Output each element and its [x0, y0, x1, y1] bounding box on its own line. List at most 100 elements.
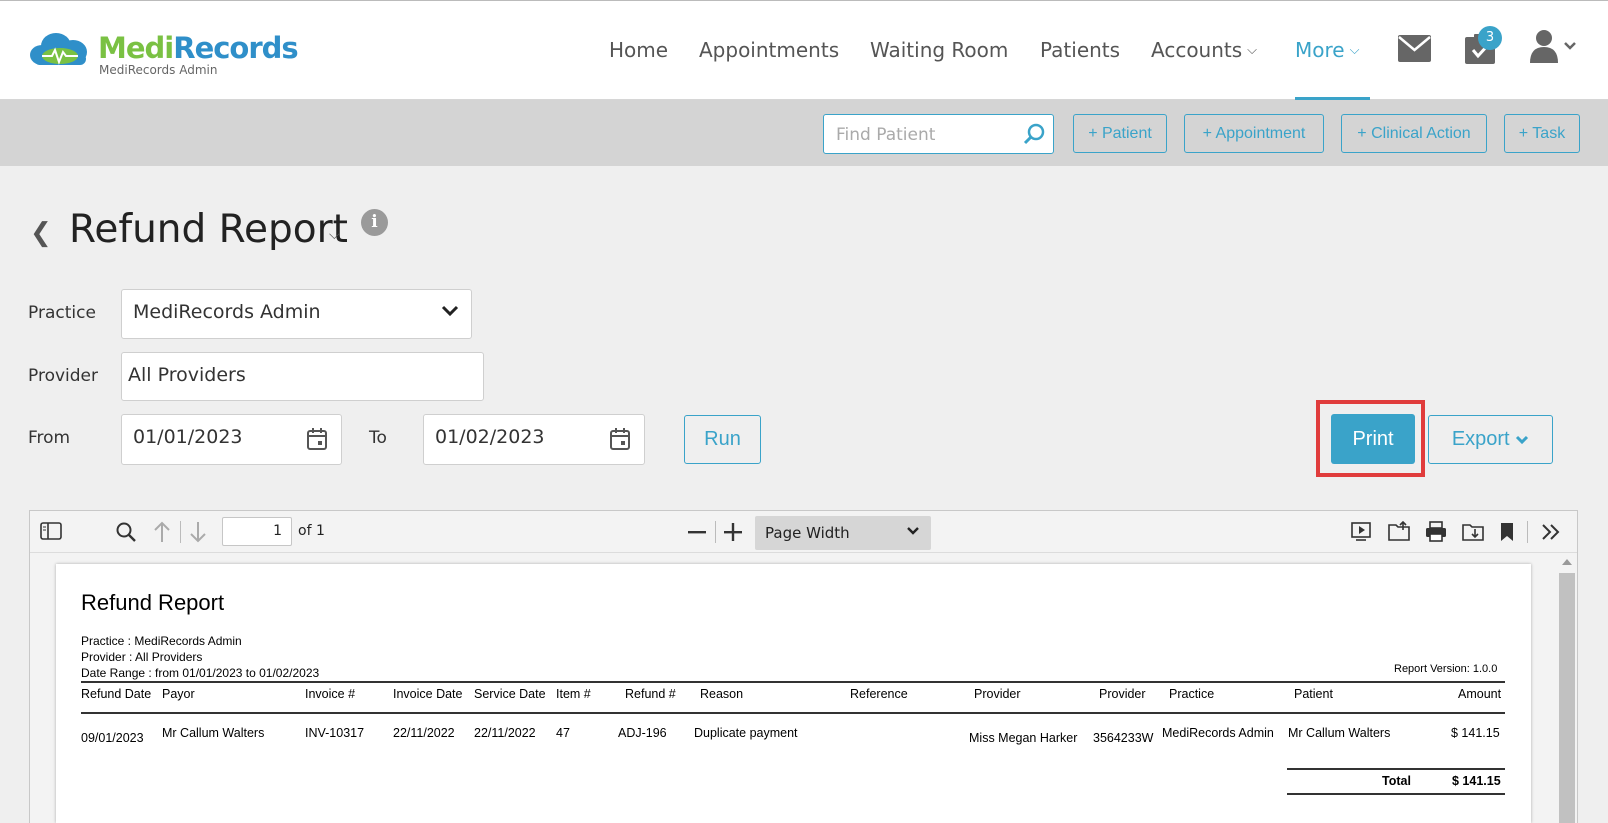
info-icon[interactable]: i [361, 209, 388, 236]
cell-patient: Mr Callum Walters [1288, 726, 1391, 740]
cell-reason: Duplicate payment [694, 726, 798, 740]
from-date-input[interactable]: 01/01/2023 [121, 414, 342, 465]
find-patient-placeholder: Find Patient [836, 125, 936, 145]
total-value: $ 141.15 [1452, 774, 1501, 788]
zoom-select[interactable]: Page Width [755, 516, 931, 550]
col-provider-name: Provider [974, 687, 1021, 701]
chevron-down-icon: ⌵ [1247, 43, 1258, 58]
provider-field-value: All Providers [128, 364, 246, 386]
nav-patients[interactable]: Patients [1040, 38, 1120, 62]
nav-appointments[interactable]: Appointments [699, 38, 839, 62]
nav-accounts[interactable]: Accounts ⌵ [1151, 38, 1257, 62]
cell-invoice-number: INV-10317 [305, 726, 365, 740]
save-download-icon[interactable] [1462, 521, 1484, 541]
title-dropdown-chevron-icon[interactable]: ⌵ [329, 227, 340, 243]
cell-practice: MediRecords Admin [1162, 726, 1274, 740]
run-button[interactable]: Run [684, 415, 761, 464]
logo-word-records: Records [173, 31, 298, 65]
col-service-date: Service Date [474, 687, 546, 701]
col-amount: Amount [1458, 687, 1502, 701]
scrollbar-thumb[interactable] [1559, 573, 1575, 823]
open-file-icon[interactable] [1388, 521, 1410, 541]
col-reason: Reason [700, 687, 744, 701]
back-chevron-icon[interactable]: ❮ [30, 218, 52, 248]
toolbar-separator [1527, 521, 1528, 543]
toolbar-separator [715, 521, 716, 543]
col-refund-number: Refund # [625, 687, 676, 701]
page-number-input[interactable]: 1 [222, 517, 292, 546]
to-label: To [369, 428, 387, 448]
print-icon[interactable] [1425, 521, 1447, 542]
export-button[interactable]: Export [1428, 415, 1553, 464]
nav-home[interactable]: Home [609, 38, 668, 62]
calendar-icon[interactable] [307, 428, 327, 450]
col-invoice-number: Invoice # [305, 687, 356, 701]
cell-provider-name: Miss Megan Harker [969, 731, 1078, 745]
user-menu[interactable] [1530, 29, 1578, 67]
add-patient-button[interactable]: + Patient [1073, 114, 1167, 153]
scroll-up-arrow-icon[interactable] [1561, 558, 1573, 566]
search-icon[interactable] [1023, 123, 1045, 145]
nav-accounts-label: Accounts [1151, 38, 1243, 62]
next-page-icon[interactable] [189, 521, 207, 543]
search-icon[interactable] [115, 521, 137, 543]
export-button-label: Export [1451, 428, 1510, 450]
chevron-down-icon [1516, 435, 1529, 445]
col-patient: Patient [1294, 687, 1333, 701]
report-provider-line: Provider : All Providers [81, 650, 203, 664]
cloud-logo-icon [30, 33, 87, 65]
practice-select[interactable]: MediRecords Admin [121, 289, 472, 339]
previous-page-icon[interactable] [153, 521, 171, 543]
logo-word-medi: Medi [98, 31, 174, 65]
report-date-range-line: Date Range : from 01/01/2023 to 01/02/20… [81, 666, 320, 680]
top-header: MediRecords MediRecords Admin Home Appoi… [0, 0, 1608, 100]
bookmark-icon[interactable] [1500, 522, 1514, 542]
medirecords-logo[interactable]: MediRecords MediRecords Admin [28, 29, 299, 81]
total-label: Total [1382, 774, 1411, 788]
nav-waiting-room[interactable]: Waiting Room [870, 38, 1008, 62]
user-avatar-icon [1530, 30, 1576, 63]
cell-invoice-date: 22/11/2022 [393, 726, 455, 740]
chevron-down-icon [441, 305, 459, 317]
cell-service-date: 22/11/2022 [474, 726, 536, 740]
mail-icon[interactable] [1398, 35, 1431, 66]
col-item-number: Item # [556, 687, 591, 701]
from-label: From [28, 428, 71, 448]
col-refund-date: Refund Date [81, 687, 152, 701]
sidebar-toggle-icon[interactable] [40, 522, 62, 540]
calendar-icon[interactable] [610, 428, 630, 450]
cell-amount: $ 141.15 [1451, 726, 1500, 740]
presentation-mode-icon[interactable] [1351, 521, 1371, 543]
report-practice-line: Practice : MediRecords Admin [81, 634, 242, 648]
add-clinical-action-button[interactable]: + Clinical Action [1341, 114, 1487, 153]
cell-item-number: 47 [556, 726, 570, 740]
print-button[interactable]: Print [1331, 414, 1415, 464]
add-task-button[interactable]: + Task [1504, 114, 1580, 153]
col-payor: Payor [162, 687, 195, 701]
pdf-toolbar: 1 of 1 Page Width [30, 511, 1577, 553]
find-patient-input[interactable]: Find Patient [823, 114, 1054, 154]
zoom-in-icon[interactable] [724, 523, 742, 541]
toolbar-separator [180, 521, 181, 543]
page-title: Refund Report [69, 207, 348, 252]
total-bottom-rule [1287, 793, 1505, 795]
report-version: Report Version: 1.0.0 [1394, 663, 1498, 675]
col-invoice-date: Invoice Date [393, 687, 463, 701]
practice-select-value: MediRecords Admin [133, 301, 321, 323]
zoom-select-value: Page Width [765, 524, 850, 542]
zoom-out-icon[interactable] [688, 531, 706, 534]
to-date-value: 01/02/2023 [435, 426, 545, 448]
provider-label: Provider [28, 366, 98, 386]
to-date-input[interactable]: 01/02/2023 [423, 414, 645, 465]
logo-practice-name: MediRecords Admin [99, 63, 218, 77]
chevron-down-icon [907, 527, 919, 535]
col-practice: Practice [1169, 687, 1215, 701]
header-top-rule [81, 681, 1505, 683]
provider-field[interactable]: All Providers [121, 352, 484, 401]
tasks-count-badge: 3 [1478, 26, 1502, 50]
double-chevron-right-icon[interactable] [1541, 523, 1561, 541]
nav-more[interactable]: More ⌵ [1295, 38, 1359, 62]
add-appointment-button[interactable]: + Appointment [1184, 114, 1324, 153]
nav-more-label: More [1295, 38, 1345, 62]
practice-label: Practice [28, 303, 96, 323]
